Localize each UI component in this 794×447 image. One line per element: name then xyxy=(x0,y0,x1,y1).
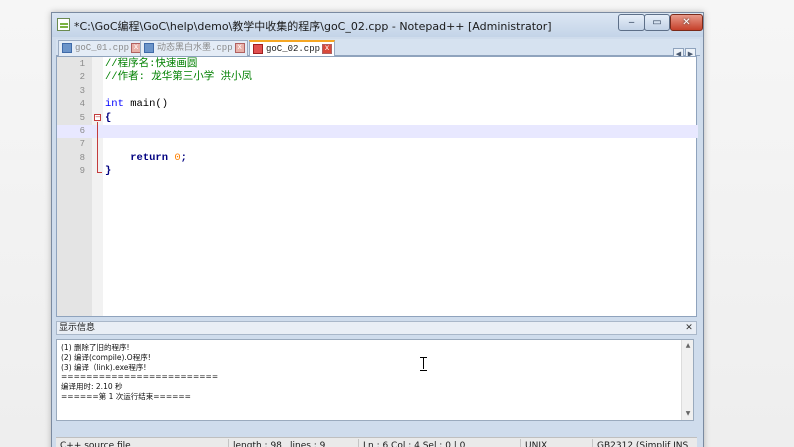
fold-toggle-icon[interactable]: − xyxy=(94,114,101,121)
unsaved-file-icon xyxy=(253,44,263,54)
title-bar[interactable]: *C:\GoC编程\GoC\help\demo\教学中收集的程序\goC_02.… xyxy=(52,13,703,37)
status-encoding: GB2312 (Simplif INS xyxy=(592,439,688,447)
saved-file-icon xyxy=(144,43,154,53)
code-line: 1 //程序名:快速画圆 xyxy=(57,58,698,71)
tab-bar: goC_01.cpp x 动态黑白水墨.cpp x goC_02.cpp x ◀… xyxy=(56,39,700,59)
output-scrollbar[interactable]: ▲ ▼ xyxy=(681,340,693,420)
code-line: 9 } xyxy=(57,165,698,178)
panel-close-icon[interactable]: ✕ xyxy=(684,323,694,333)
scroll-up-icon[interactable]: ▲ xyxy=(683,341,693,351)
line-number: 4 xyxy=(79,99,85,110)
line-number: 1 xyxy=(79,59,85,69)
line-number: 5 xyxy=(79,112,85,123)
tab-close-icon[interactable]: x xyxy=(322,44,333,54)
code-line: 7 xyxy=(57,138,698,151)
code-line: 8 return 0; xyxy=(57,152,698,165)
scroll-down-icon[interactable]: ▼ xyxy=(683,409,693,419)
saved-file-icon xyxy=(62,43,72,53)
tab-label: goC_01.cpp xyxy=(75,43,130,53)
output-line: ========================= xyxy=(61,372,219,382)
output-line: (2) 编译(compile).O程序! xyxy=(61,352,151,362)
keyword: return xyxy=(130,151,169,164)
status-length: length : 98 xyxy=(228,439,282,447)
output-console[interactable]: (1) 删除了旧的程序! (2) 编译(compile).O程序! (3) 编译… xyxy=(56,339,694,421)
line-number: 8 xyxy=(79,152,85,163)
line-number: 9 xyxy=(79,166,85,177)
notepad-app-icon xyxy=(57,18,70,31)
output-panel-title: 显示信息 xyxy=(59,323,96,333)
fold-end-marker xyxy=(97,172,102,173)
code-text: int main() xyxy=(105,98,168,111)
tab-goc-01[interactable]: goC_01.cpp x xyxy=(58,40,145,56)
minimize-button[interactable]: ‒ xyxy=(618,14,645,31)
code-line: 4 int main() xyxy=(57,98,698,111)
code-text: //程序名:快速画圆 xyxy=(105,58,198,70)
code-fragment: ; xyxy=(180,151,187,164)
code-line-current: 6 xyxy=(57,125,698,139)
output-panel-header: 显示信息 ✕ xyxy=(56,321,697,335)
minimize-icon: ‒ xyxy=(628,17,635,28)
status-eol: UNIX xyxy=(520,439,547,447)
code-text: { xyxy=(105,111,112,124)
output-line: (3) 编译（link).exe程序! xyxy=(61,362,147,372)
maximize-button[interactable]: ▭ xyxy=(644,14,670,31)
maximize-icon: ▭ xyxy=(652,17,662,28)
status-bar: C++ source file length : 98 lines : 9 Ln… xyxy=(56,437,697,447)
tab-label: goC_02.cpp xyxy=(266,44,321,54)
keyword: int xyxy=(105,98,124,111)
code-text: } xyxy=(105,165,112,178)
close-icon: ✕ xyxy=(682,17,691,28)
status-position: Ln : 6 Col : 4 Sel : 0 | 0 xyxy=(358,439,465,447)
output-line: (1) 删除了旧的程序! xyxy=(61,343,130,352)
code-fragment: main() xyxy=(123,98,169,111)
code-editor[interactable]: 1 //程序名:快速画圆 2 //作者: 龙华第三小学 洪小凤 3 4 int … xyxy=(56,56,698,317)
status-lines: lines : 9 xyxy=(290,441,326,447)
line-number: 2 xyxy=(79,72,85,83)
code-line: 5 { xyxy=(57,112,698,125)
tab-close-icon[interactable]: x xyxy=(234,43,245,53)
line-number: 6 xyxy=(79,126,85,136)
code-line: 2 //作者: 龙华第三小学 洪小凤 xyxy=(57,71,698,84)
line-number: 7 xyxy=(79,139,85,150)
output-line: ======第 1 次运行结束====== xyxy=(61,391,191,401)
close-button[interactable]: ✕ xyxy=(670,14,703,31)
code-text: //作者: 龙华第三小学 洪小凤 xyxy=(105,71,253,84)
output-line: 编译用时: 2.10 秒 xyxy=(61,382,123,392)
tab-goc-02[interactable]: goC_02.cpp x xyxy=(249,40,336,57)
fold-line xyxy=(97,122,98,172)
text-cursor-icon xyxy=(420,357,427,371)
tab-dongtai[interactable]: 动态黑白水墨.cpp x xyxy=(140,40,248,56)
window-title: *C:\GoC编程\GoC\help\demo\教学中收集的程序\goC_02.… xyxy=(74,20,552,33)
status-file-type: C++ source file xyxy=(60,441,131,447)
code-line: 3 xyxy=(57,85,698,98)
notepad-window: *C:\GoC编程\GoC\help\demo\教学中收集的程序\goC_02.… xyxy=(51,12,704,447)
line-number: 3 xyxy=(79,85,85,96)
tab-label: 动态黑白水墨.cpp xyxy=(157,43,233,53)
code-text: return 0; xyxy=(105,152,187,165)
